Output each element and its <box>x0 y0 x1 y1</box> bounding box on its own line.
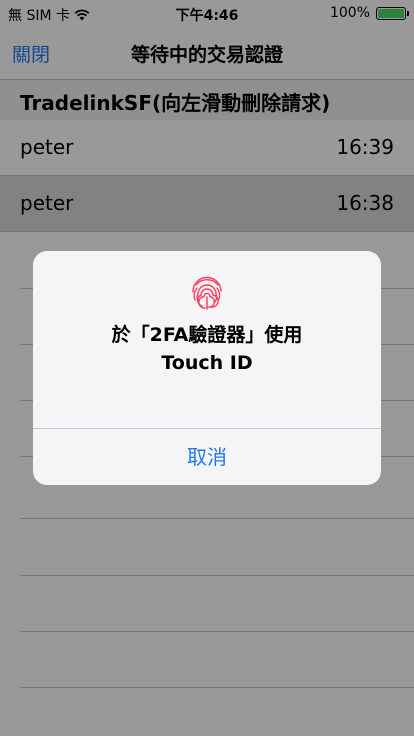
cancel-button[interactable]: 取消 <box>33 429 381 485</box>
touch-id-alert: 於「2FA驗證器」使用 Touch ID 取消 <box>33 251 381 485</box>
alert-message-line2: Touch ID <box>161 352 253 374</box>
alert-message: 於「2FA驗證器」使用 Touch ID <box>33 321 381 377</box>
alert-message-line1: 於「2FA驗證器」使用 <box>111 324 303 346</box>
fingerprint-icon <box>192 276 222 310</box>
